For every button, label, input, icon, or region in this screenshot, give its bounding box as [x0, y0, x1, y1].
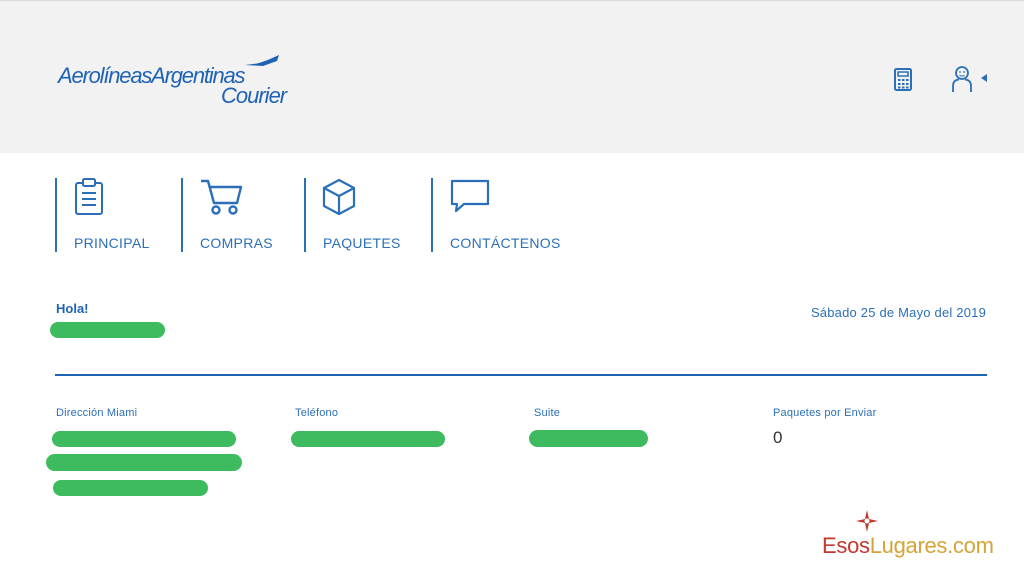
telefono-redacted [291, 431, 445, 447]
current-date: Sábado 25 de Mayo del 2019 [810, 305, 986, 320]
telefono-label: Teléfono [295, 407, 339, 419]
nav-item-contactenos[interactable]: CONTÁCTENOS [431, 178, 573, 252]
clipboard-icon [75, 178, 103, 215]
nav-item-compras[interactable]: COMPRAS [181, 178, 288, 252]
calculator-icon[interactable] [893, 68, 913, 92]
chat-icon [450, 179, 490, 213]
logo-bird-icon [245, 55, 279, 66]
esoslugares-watermark: EsosLugares.com [822, 510, 1002, 560]
section-divider [55, 374, 987, 376]
direccion-line3-redacted [53, 480, 208, 496]
top-header: AerolíneasArgentinas Courier [0, 0, 1024, 153]
paquetes-por-enviar-label: Paquetes por Enviar [773, 407, 877, 419]
nav-label-contactenos: CONTÁCTENOS [450, 235, 561, 251]
cart-icon [201, 179, 243, 215]
aerolineas-argentinas-courier-logo[interactable]: AerolíneasArgentinas Courier [58, 53, 288, 109]
watermark-text: EsosLugares.com [822, 533, 994, 559]
paquetes-por-enviar-value: 0 [773, 428, 783, 447]
compass-star-icon [856, 510, 878, 532]
direccion-line1-redacted [52, 431, 236, 447]
nav-item-principal[interactable]: PRINCIPAL [55, 178, 167, 252]
caret-left-icon[interactable] [980, 73, 988, 83]
nav-label-principal: PRINCIPAL [74, 235, 150, 251]
nav-item-paquetes[interactable]: PAQUETES [304, 178, 416, 252]
direccion-miami-label: Dirección Miami [56, 407, 138, 419]
suite-label: Suite [534, 407, 561, 419]
logo-text-line1: AerolíneasArgentinas [58, 63, 246, 88]
box-icon [322, 178, 356, 216]
suite-redacted [529, 430, 648, 447]
watermark-part2: Lugares.com [869, 533, 994, 558]
watermark-part1: Esos [822, 533, 870, 558]
user-icon[interactable] [950, 65, 974, 93]
logo-text-line2: Courier [221, 83, 287, 108]
direccion-line2-redacted [46, 454, 242, 471]
nav-label-paquetes: PAQUETES [323, 235, 401, 251]
nav-label-compras: COMPRAS [200, 235, 273, 251]
user-name-redacted [50, 322, 165, 338]
greeting-text: Hola! [56, 301, 89, 316]
